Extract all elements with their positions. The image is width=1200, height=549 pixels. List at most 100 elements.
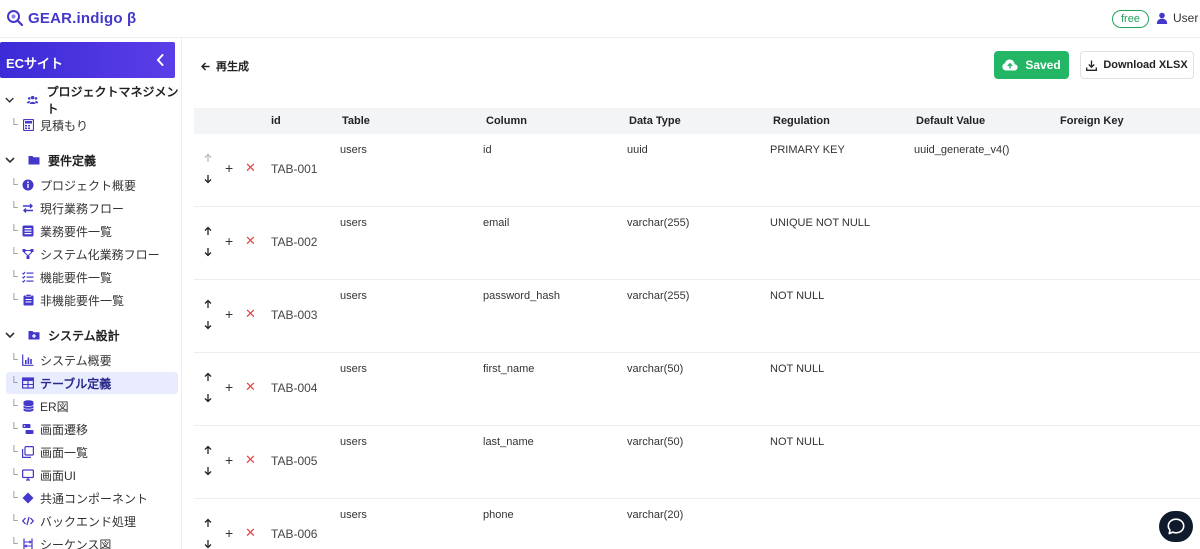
sidebar-item-nonfunctional-requirements[interactable]: └ 非機能要件一覧 <box>6 289 178 311</box>
cell-data-type[interactable]: uuid <box>627 144 648 156</box>
cell-column[interactable]: first_name <box>483 363 534 375</box>
sidebar-item-label: 見積もり <box>40 118 89 133</box>
download-xlsx-button[interactable]: Download XLSX <box>1080 51 1194 79</box>
sidebar-item-common-components[interactable]: └ 共通コンポーネント <box>6 487 178 509</box>
user-menu[interactable]: User <box>1156 11 1198 25</box>
section-project-management[interactable]: プロジェクトマネジメント <box>4 85 181 116</box>
sidebar-item-functional-requirements[interactable]: └ 機能要件一覧 <box>6 266 178 288</box>
cell-data-type[interactable]: varchar(255) <box>627 290 689 302</box>
cell-column[interactable]: id <box>483 144 492 156</box>
sidebar-item-backend-processing[interactable]: └ バックエンド処理 <box>6 510 178 532</box>
cell-regulation[interactable]: PRIMARY KEY <box>770 144 845 156</box>
sidebar-item-project-overview[interactable]: └ プロジェクト概要 <box>6 174 178 196</box>
sidebar-item-business-requirements[interactable]: └ 業務要件一覧 <box>6 220 178 242</box>
clipboard-icon <box>22 294 34 306</box>
section-system-design[interactable]: システム設計 <box>4 325 120 345</box>
cell-column[interactable]: password_hash <box>483 290 560 302</box>
column-header-regulation[interactable]: Regulation <box>773 115 830 127</box>
saved-button[interactable]: Saved <box>994 51 1069 79</box>
chevron-left-icon[interactable] <box>154 52 166 68</box>
arrow-down-icon[interactable] <box>203 320 213 330</box>
folder-icon <box>28 156 40 165</box>
cell-data-type[interactable]: varchar(50) <box>627 436 683 448</box>
arrow-down-icon[interactable] <box>203 174 213 184</box>
cell-table[interactable]: users <box>340 290 367 302</box>
sidebar-item-sequence-diagram[interactable]: └ シーケンス図 <box>6 533 178 549</box>
column-header-id[interactable]: id <box>271 115 281 127</box>
delete-row-button[interactable]: ✕ <box>245 234 256 248</box>
chat-button[interactable] <box>1159 511 1193 542</box>
cell-regulation[interactable]: NOT NULL <box>770 363 824 375</box>
logo-magnifier-icon <box>7 10 24 27</box>
sidebar-item-system-flow[interactable]: └ システム化業務フロー <box>6 243 178 265</box>
column-header-data-type[interactable]: Data Type <box>629 115 681 127</box>
add-row-button[interactable]: + <box>225 234 233 248</box>
cell-default-value[interactable]: uuid_generate_v4() <box>914 144 1009 156</box>
sidebar-item-er-diagram[interactable]: └ ER図 <box>6 395 178 417</box>
arrow-down-icon[interactable] <box>203 393 213 403</box>
cell-regulation[interactable]: NOT NULL <box>770 290 824 302</box>
cell-data-type[interactable]: varchar(20) <box>627 509 683 521</box>
cell-data-type[interactable]: varchar(255) <box>627 217 689 229</box>
arrow-up-icon[interactable] <box>203 518 213 528</box>
column-header-default-value[interactable]: Default Value <box>916 115 985 127</box>
cell-table[interactable]: users <box>340 217 367 229</box>
cloud-upload-icon <box>1002 59 1018 71</box>
arrow-up-icon[interactable] <box>203 226 213 236</box>
delete-row-button[interactable]: ✕ <box>245 453 256 467</box>
app-logo[interactable]: GEAR.indigo β <box>6 9 136 27</box>
arrow-down-icon[interactable] <box>203 247 213 257</box>
table-header: id Table Column Data Type Regulation Def… <box>194 108 1200 134</box>
sidebar-item-system-overview[interactable]: └ システム概要 <box>6 349 178 371</box>
calculator-icon <box>22 119 34 131</box>
sidebar-item-estimate[interactable]: └ 見積もり <box>6 114 178 136</box>
sidebar-item-label: 画面一覧 <box>40 445 89 460</box>
section-label: 要件定義 <box>48 153 97 168</box>
delete-row-button[interactable]: ✕ <box>245 380 256 394</box>
section-label: プロジェクトマネジメント <box>46 85 179 116</box>
cell-regulation[interactable]: NOT NULL <box>770 436 824 448</box>
add-row-button[interactable]: + <box>225 307 233 321</box>
arrow-up-icon[interactable] <box>203 372 213 382</box>
delete-row-button[interactable]: ✕ <box>245 526 256 540</box>
add-row-button[interactable]: + <box>225 526 233 540</box>
cell-column[interactable]: email <box>483 217 509 229</box>
section-requirements[interactable]: 要件定義 <box>4 150 96 170</box>
add-row-button[interactable]: + <box>225 161 233 175</box>
add-row-button[interactable]: + <box>225 380 233 394</box>
cell-table[interactable]: users <box>340 509 367 521</box>
column-header-foreign-key[interactable]: Foreign Key <box>1060 115 1124 127</box>
arrow-down-icon[interactable] <box>203 466 213 476</box>
sidebar-item-screen-list[interactable]: └ 画面一覧 <box>6 441 178 463</box>
sidebar-item-table-definition[interactable]: └ テーブル定義 <box>6 372 178 394</box>
arrow-up-icon[interactable] <box>203 153 213 163</box>
app-logo-text: GEAR.indigo β <box>28 9 137 27</box>
cell-column[interactable]: last_name <box>483 436 534 448</box>
sidebar-item-label: プロジェクト概要 <box>40 178 137 193</box>
delete-row-button[interactable]: ✕ <box>245 307 256 321</box>
column-header-table[interactable]: Table <box>342 115 370 127</box>
sidebar-item-label: シーケンス図 <box>40 537 112 549</box>
arrow-down-icon[interactable] <box>203 539 213 549</box>
cell-table[interactable]: users <box>340 363 367 375</box>
delete-row-button[interactable]: ✕ <box>245 161 256 175</box>
sidebar-item-label: ER図 <box>40 399 69 414</box>
download-label: Download XLSX <box>1103 59 1188 71</box>
project-name: ECサイト <box>6 56 64 71</box>
sidebar-item-screen-transition[interactable]: └ 画面遷移 <box>6 418 178 440</box>
sidebar-item-current-flow[interactable]: └ 現行業務フロー <box>6 197 178 219</box>
arrow-up-icon[interactable] <box>203 445 213 455</box>
add-row-button[interactable]: + <box>225 453 233 467</box>
cell-data-type[interactable]: varchar(50) <box>627 363 683 375</box>
exchange-icon <box>22 202 34 214</box>
arrow-up-icon[interactable] <box>203 299 213 309</box>
project-selector[interactable]: ECサイト <box>0 42 175 78</box>
copy-icon <box>22 446 34 458</box>
cell-table[interactable]: users <box>340 144 367 156</box>
regenerate-link[interactable]: 再生成 <box>201 58 249 74</box>
cell-table[interactable]: users <box>340 436 367 448</box>
sidebar-item-screen-ui[interactable]: └ 画面UI <box>6 464 178 486</box>
column-header-column[interactable]: Column <box>486 115 527 127</box>
cell-column[interactable]: phone <box>483 509 514 521</box>
cell-regulation[interactable]: UNIQUE NOT NULL <box>770 217 870 229</box>
